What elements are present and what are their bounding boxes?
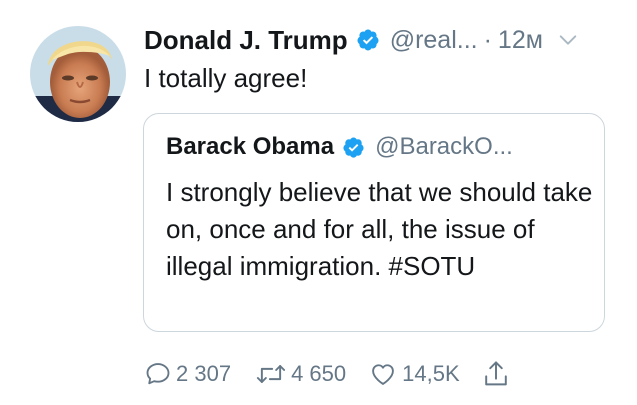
quoted-tweet-header: Barack Obama @BarackO...: [166, 130, 590, 164]
author-handle[interactable]: @real...: [390, 26, 478, 55]
retweet-arrows-icon: [256, 365, 286, 383]
quoted-author-handle: @BarackO...: [375, 133, 513, 160]
share-upload-icon: [484, 361, 507, 386]
quoted-tweet[interactable]: Barack Obama @BarackO... I strongly beli…: [143, 113, 605, 332]
verified-badge-icon: [357, 29, 379, 51]
chevron-down-icon[interactable]: [557, 29, 579, 51]
share-button[interactable]: [482, 359, 510, 389]
separator-dot: ·: [483, 25, 492, 54]
action-bar: 2 307 4 650 14,5K: [144, 356, 510, 392]
reply-count: 2 307: [176, 361, 232, 386]
like-button[interactable]: 14,5K: [368, 360, 460, 388]
avatar[interactable]: [30, 26, 126, 122]
quoted-tweet-text: I strongly believe that we should take o…: [166, 177, 593, 281]
tweet-header: Donald J. Trump @real... · 12м: [144, 22, 617, 58]
speech-bubble-icon: [146, 363, 170, 385]
heart-icon: [372, 364, 394, 385]
verified-badge-icon: [343, 136, 364, 158]
reply-button[interactable]: 2 307: [144, 360, 231, 388]
tweet-timestamp[interactable]: 12м: [498, 26, 543, 55]
like-count: 14,5K: [402, 361, 460, 386]
avatar-image: [30, 26, 126, 122]
tweet-text: I totally agree!: [144, 63, 308, 93]
quoted-author-name: Barack Obama: [166, 133, 335, 160]
retweet-button[interactable]: 4 650: [255, 360, 346, 388]
retweet-count: 4 650: [291, 361, 347, 386]
author-name[interactable]: Donald J. Trump: [144, 25, 348, 56]
tweet[interactable]: Donald J. Trump @real... · 12м I totally…: [0, 0, 637, 405]
